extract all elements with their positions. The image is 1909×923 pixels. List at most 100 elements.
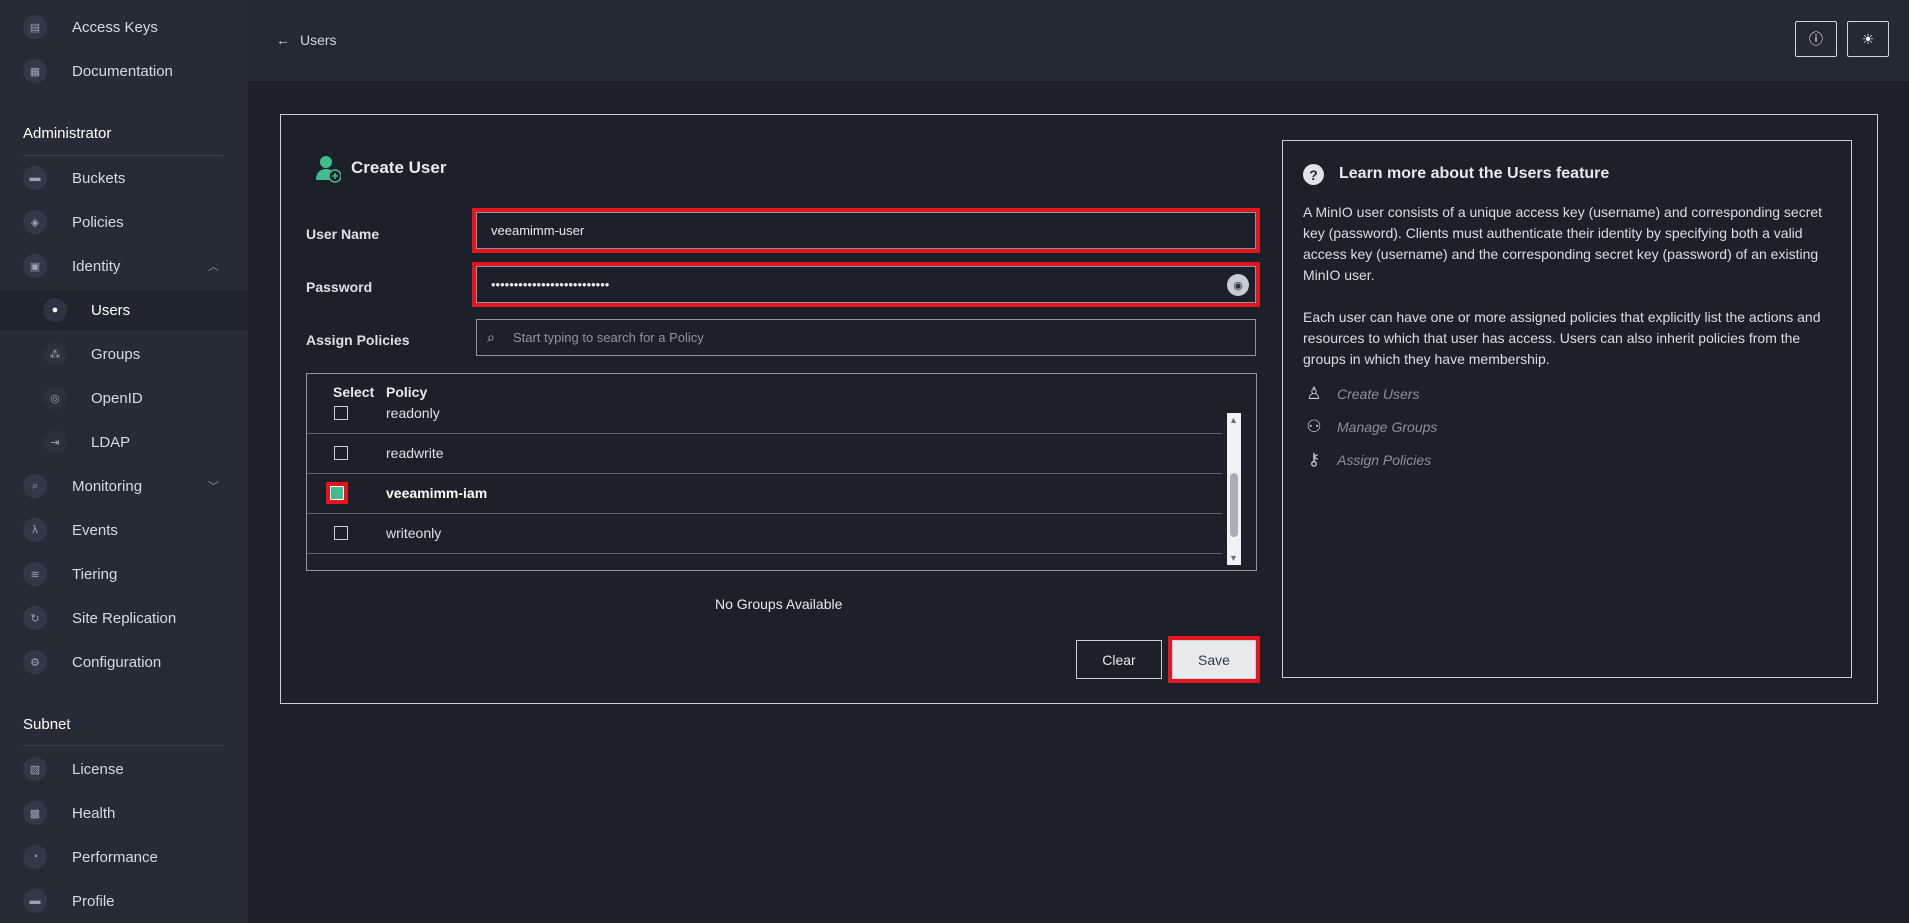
sun-icon: ☀: [1861, 30, 1875, 47]
scrollbar[interactable]: ▲ ▼: [1227, 413, 1241, 565]
license-icon: ▧: [23, 757, 47, 781]
policy-name: readonly: [386, 405, 440, 421]
eye-icon[interactable]: ◉: [1227, 274, 1249, 296]
row-checkbox[interactable]: [334, 446, 348, 460]
table-row[interactable]: veeamimm-iam: [307, 473, 1222, 514]
assign-policies-label: Assign Policies: [306, 332, 410, 348]
sidebar-item-tiering[interactable]: ≋ Tiering: [0, 554, 248, 594]
sidebar-item-label: Health: [72, 804, 116, 822]
sidebar-item-identity[interactable]: ▣ Identity ︿: [0, 246, 248, 286]
policy-name: veeamimm-iam: [386, 485, 488, 501]
chevron-up-icon: ︿: [208, 261, 219, 273]
info-title: Learn more about the Users feature: [1339, 165, 1610, 182]
divider: [23, 155, 223, 156]
group-icon: ⁂: [43, 342, 67, 366]
key-icon: ▤: [23, 15, 47, 39]
policy-search-input[interactable]: [477, 320, 1255, 355]
user-icon: ●: [43, 298, 67, 322]
sidebar-item-access-keys[interactable]: ▤ Access Keys: [0, 7, 248, 47]
section-title-administrator: Administrator: [23, 125, 112, 142]
scrollbar-thumb[interactable]: [1230, 473, 1238, 537]
sidebar-item-label: Site Replication: [72, 609, 177, 627]
sidebar-item-label: Profile: [72, 892, 115, 910]
sidebar-item-label: OpenID: [91, 389, 143, 407]
username-label: User Name: [306, 226, 380, 242]
profile-icon: ▬: [23, 889, 47, 913]
section-title-subnet: Subnet: [23, 716, 71, 733]
divider: [23, 745, 223, 746]
theme-toggle-button[interactable]: ☀: [1847, 21, 1889, 57]
shield-icon: ◈: [23, 210, 47, 234]
sidebar-item-events[interactable]: λ Events: [0, 510, 248, 550]
gear-icon: ⚙: [23, 650, 47, 674]
sidebar-item-health[interactable]: ▩ Health: [0, 793, 248, 833]
sidebar-item-license[interactable]: ▧ License: [0, 749, 248, 789]
sidebar-item-label: Documentation: [72, 62, 173, 80]
sidebar-item-profile[interactable]: ▬ Profile: [0, 881, 248, 921]
scroll-down-icon[interactable]: ▼: [1229, 553, 1238, 563]
page-title: Create User: [351, 158, 447, 177]
magnifier-icon: ⌕: [23, 474, 47, 498]
row-checkbox[interactable]: [334, 526, 348, 540]
sidebar-item-site-replication[interactable]: ↻ Site Replication: [0, 598, 248, 638]
sidebar-item-label: Policies: [72, 213, 124, 231]
table-row[interactable]: readwrite: [307, 433, 1222, 474]
assign-policies-link[interactable]: ⚷ Assign Policies: [1303, 450, 1431, 470]
policy-table: Select Policy readonly readwrite veeamim…: [306, 373, 1257, 571]
sidebar-item-label: License: [72, 760, 124, 778]
sidebar-item-openid[interactable]: ◎ OpenID: [0, 378, 248, 418]
sidebar-item-documentation[interactable]: ▦ Documentation: [0, 51, 248, 91]
help-circle-icon: ?: [1303, 164, 1324, 185]
password-field[interactable]: ◉: [472, 262, 1260, 307]
scroll-up-icon[interactable]: ▲: [1229, 415, 1238, 425]
sidebar-item-label: Users: [91, 301, 131, 319]
sidebar-item-label: Tiering: [72, 565, 118, 583]
sidebar-item-label: LDAP: [91, 433, 131, 451]
info-paragraph: Each user can have one or more assigned …: [1303, 309, 1821, 367]
add-user-icon: [316, 156, 341, 183]
create-users-link[interactable]: ♙ Create Users: [1303, 384, 1419, 404]
sidebar-item-configuration[interactable]: ⚙ Configuration: [0, 642, 248, 682]
help-button[interactable]: ⓘ: [1795, 21, 1837, 57]
password-label: Password: [306, 279, 373, 295]
table-row[interactable]: readonly: [307, 393, 1222, 434]
health-icon: ▩: [23, 801, 47, 825]
row-checkbox-checked[interactable]: [330, 486, 344, 500]
password-input[interactable]: [477, 267, 1255, 302]
layers-icon: ≋: [23, 562, 47, 586]
header-bar: ← Users ⓘ ☀: [248, 0, 1909, 81]
user-outline-icon: ♙: [1306, 384, 1322, 403]
openid-icon: ◎: [43, 386, 67, 410]
link-label: Create Users: [1337, 386, 1420, 402]
link-label: Assign Policies: [1337, 452, 1432, 468]
table-row[interactable]: writeonly: [307, 513, 1222, 554]
sidebar-item-performance[interactable]: ◔ Performance: [0, 837, 248, 877]
back-link[interactable]: ← Users: [276, 32, 337, 48]
lambda-icon: λ: [23, 518, 47, 542]
sidebar-item-policies[interactable]: ◈ Policies: [0, 202, 248, 242]
info-paragraph: A MinIO user consists of a unique access…: [1303, 204, 1823, 283]
sidebar-item-ldap[interactable]: ⇥ LDAP: [0, 422, 248, 462]
policy-name: writeonly: [386, 525, 442, 541]
sidebar-item-label: Events: [72, 521, 118, 539]
username-input[interactable]: [477, 213, 1255, 248]
replicate-icon: ↻: [23, 606, 47, 630]
search-icon: ⌕: [487, 329, 495, 345]
policy-search-field[interactable]: ⌕: [476, 319, 1256, 356]
sidebar-item-users[interactable]: ● Users: [0, 290, 248, 330]
link-label: Manage Groups: [1337, 419, 1438, 435]
row-checkbox[interactable]: [334, 406, 348, 420]
save-button[interactable]: Save: [1168, 636, 1260, 683]
help-info-box: ? Learn more about the Users feature A M…: [1282, 140, 1852, 678]
sidebar-item-groups[interactable]: ⁂ Groups: [0, 334, 248, 374]
sidebar-item-monitoring[interactable]: ⌕ Monitoring ﹀: [0, 466, 248, 506]
sidebar-item-buckets[interactable]: ▬ Buckets: [0, 158, 248, 198]
sidebar-item-label: Configuration: [72, 653, 162, 671]
manage-groups-link[interactable]: ⚇ Manage Groups: [1303, 417, 1437, 437]
username-field[interactable]: [472, 208, 1260, 253]
document-icon: ▦: [23, 59, 47, 83]
clear-button[interactable]: Clear: [1076, 640, 1162, 679]
sidebar-item-label: Identity: [72, 257, 121, 275]
sidebar-item-label: Access Keys: [72, 18, 158, 36]
sidebar-item-label: Buckets: [72, 169, 126, 187]
